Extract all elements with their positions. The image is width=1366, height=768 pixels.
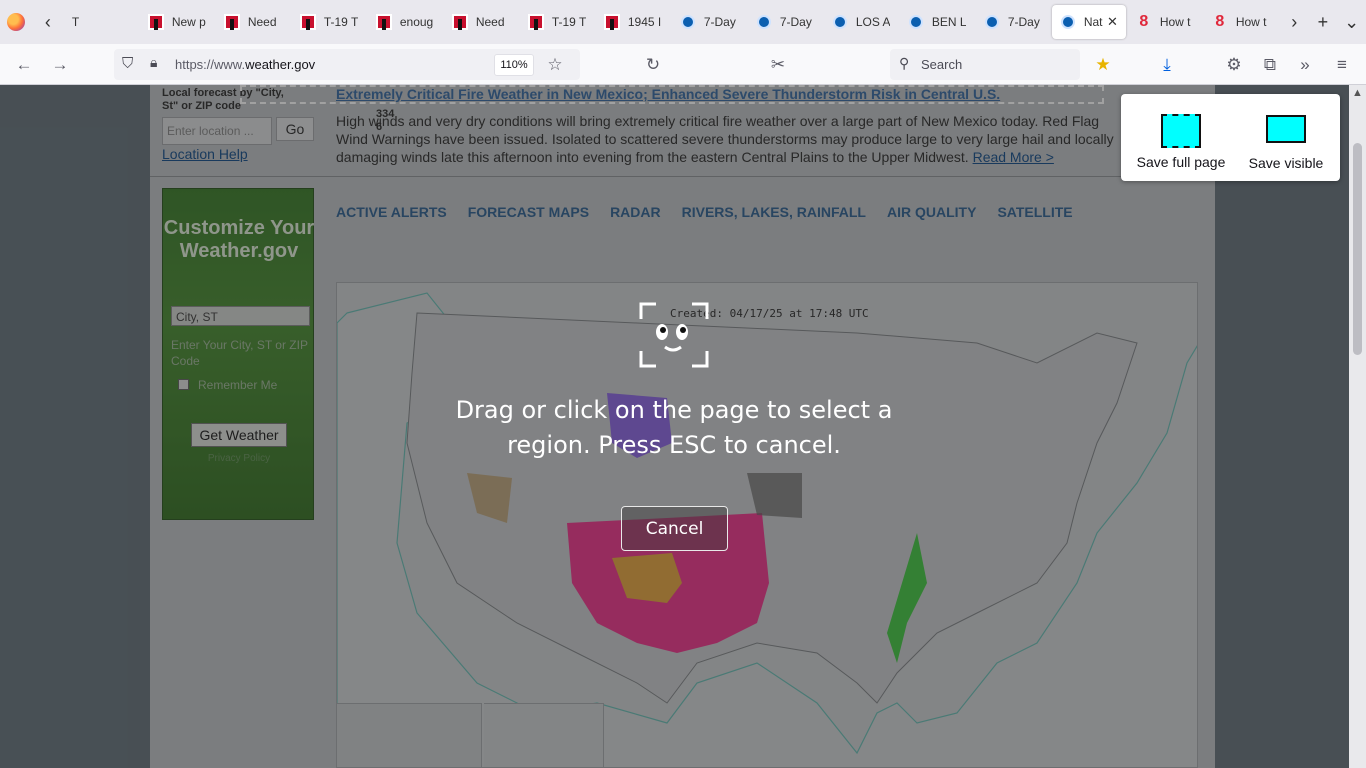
tab-label: Need <box>247 15 277 29</box>
back-icon[interactable]: ← <box>11 52 37 78</box>
hamburger-menu-icon[interactable]: ≡ <box>1329 52 1355 78</box>
tab-label: T <box>71 15 80 29</box>
browser-tab[interactable]: Need <box>216 5 290 39</box>
ih-logo-icon <box>223 14 240 30</box>
list-all-tabs-icon[interactable]: ⌄ <box>1337 0 1366 44</box>
browser-tab[interactable]: T <box>64 5 138 39</box>
navigation-bar: ← → ⛉ 🔒︎ https://www.weather.gov ☆ ↻ ✂ ⚲… <box>0 44 1366 85</box>
browser-tab[interactable]: Nat ✕ <box>1051 5 1126 39</box>
tab-list: T New p Need T-19 T enoug Need T-19 T 1945 I 7-D… <box>64 5 1280 39</box>
tab-label: T-19 T <box>323 15 358 29</box>
lock-icon[interactable]: 🔒︎ <box>150 54 157 71</box>
ih-logo-icon <box>299 14 316 30</box>
browser-tab[interactable]: LOS A <box>824 5 898 39</box>
ih-logo-icon <box>527 14 544 30</box>
forward-icon[interactable]: → <box>47 52 73 78</box>
bookmark-star-extension-icon[interactable]: ★ <box>1090 52 1116 78</box>
tab-label: How t <box>1159 15 1191 29</box>
browser-tab[interactable]: 7-Day <box>748 5 822 39</box>
save-full-page-label: Save full page <box>1136 154 1226 170</box>
save-full-page-button[interactable]: Save full page <box>1135 94 1227 181</box>
tab-label: 7-Day <box>703 15 736 29</box>
browser-tab[interactable]: BEN L <box>900 5 974 39</box>
visible-area-icon <box>1266 115 1306 143</box>
extensions-icon[interactable]: ⧉ <box>1257 52 1283 78</box>
browser-tab[interactable]: Need <box>444 5 518 39</box>
save-visible-label: Save visible <box>1248 155 1324 171</box>
url-text[interactable]: https://www.weather.gov <box>175 57 315 72</box>
tab-strip: ‹ T New p Need T-19 T enoug Need T-19 T 1945 I 7… <box>0 0 1366 44</box>
browser-tab[interactable]: 7-Day <box>672 5 746 39</box>
nws-logo-icon <box>832 14 848 30</box>
downloads-icon[interactable]: ⤓ <box>1154 52 1180 78</box>
ih-logo-icon <box>451 14 468 30</box>
screenshot-save-panel: Save full page Save visible <box>1121 94 1340 181</box>
overflow-menu-icon[interactable]: » <box>1292 52 1318 78</box>
screenshot-instructions: Drag or click on the page to select a re… <box>455 396 893 459</box>
eight-logo-icon: 8 <box>1215 13 1225 30</box>
tracking-protection-shield-icon[interactable]: ⛉ <box>122 55 133 72</box>
tab-label: enoug <box>399 15 434 29</box>
new-tab-icon[interactable]: + <box>1309 0 1338 44</box>
search-bar[interactable]: ⚲ Search <box>890 49 1080 80</box>
full-page-icon <box>1161 114 1201 148</box>
browser-tab[interactable]: 7-Day <box>976 5 1050 39</box>
nws-logo-icon <box>756 14 772 30</box>
search-placeholder: Search <box>921 57 963 72</box>
close-tab-icon[interactable]: ✕ <box>1107 14 1118 30</box>
tab-label: New p <box>171 15 206 29</box>
zoom-level-badge[interactable]: 110% <box>494 54 534 76</box>
tab-label: 7-Day <box>779 15 812 29</box>
tab-label: 1945 I <box>627 15 662 29</box>
nws-logo-icon <box>1060 14 1076 30</box>
scroll-up-icon[interactable]: ▲ <box>1349 87 1366 99</box>
browser-tab[interactable]: T-19 T <box>520 5 594 39</box>
search-icon: ⚲ <box>899 55 910 71</box>
save-visible-button[interactable]: Save visible <box>1241 94 1331 181</box>
bookmark-star-icon[interactable]: ☆ <box>542 52 568 78</box>
page-scrollbar[interactable]: ▲ <box>1349 85 1366 768</box>
settings-gear-icon[interactable]: ⚙ <box>1221 52 1247 78</box>
browser-tab[interactable]: 8 How t <box>1204 5 1278 39</box>
nws-logo-icon <box>680 14 696 30</box>
browser-tab[interactable]: 1945 I <box>596 5 670 39</box>
browser-tab[interactable]: enoug <box>368 5 442 39</box>
tab-scroll-right-icon[interactable]: › <box>1280 0 1309 44</box>
ih-logo-icon <box>603 14 620 30</box>
screenshot-cancel-button[interactable]: Cancel <box>621 506 728 551</box>
screenshot-face-icon <box>639 302 709 368</box>
tab-label: 7-Day <box>1007 15 1040 29</box>
tab-label: LOS A <box>855 15 890 29</box>
screenshot-icon[interactable]: ✂ <box>765 52 791 78</box>
browser-tab[interactable]: New p <box>140 5 214 39</box>
nws-logo-icon <box>908 14 924 30</box>
ih-logo-icon <box>375 14 392 30</box>
tab-label: T-19 T <box>551 15 586 29</box>
firefox-menu-icon[interactable] <box>0 0 32 44</box>
reload-icon[interactable]: ↻ <box>640 52 666 78</box>
screenshot-overlay[interactable]: Drag or click on the page to select a re… <box>0 85 1366 768</box>
ih-logo-icon <box>147 14 164 30</box>
scrollbar-thumb[interactable] <box>1353 143 1362 355</box>
tab-scroll-left-icon[interactable]: ‹ <box>32 0 64 44</box>
browser-tab[interactable]: T-19 T <box>292 5 366 39</box>
tab-label: BEN L <box>931 15 966 29</box>
tab-label: Need <box>475 15 505 29</box>
tab-label: How t <box>1235 15 1267 29</box>
browser-tab[interactable]: 8 How t <box>1128 5 1202 39</box>
eight-logo-icon: 8 <box>1139 13 1149 30</box>
nws-logo-icon <box>984 14 1000 30</box>
tab-label: Nat <box>1083 15 1103 29</box>
